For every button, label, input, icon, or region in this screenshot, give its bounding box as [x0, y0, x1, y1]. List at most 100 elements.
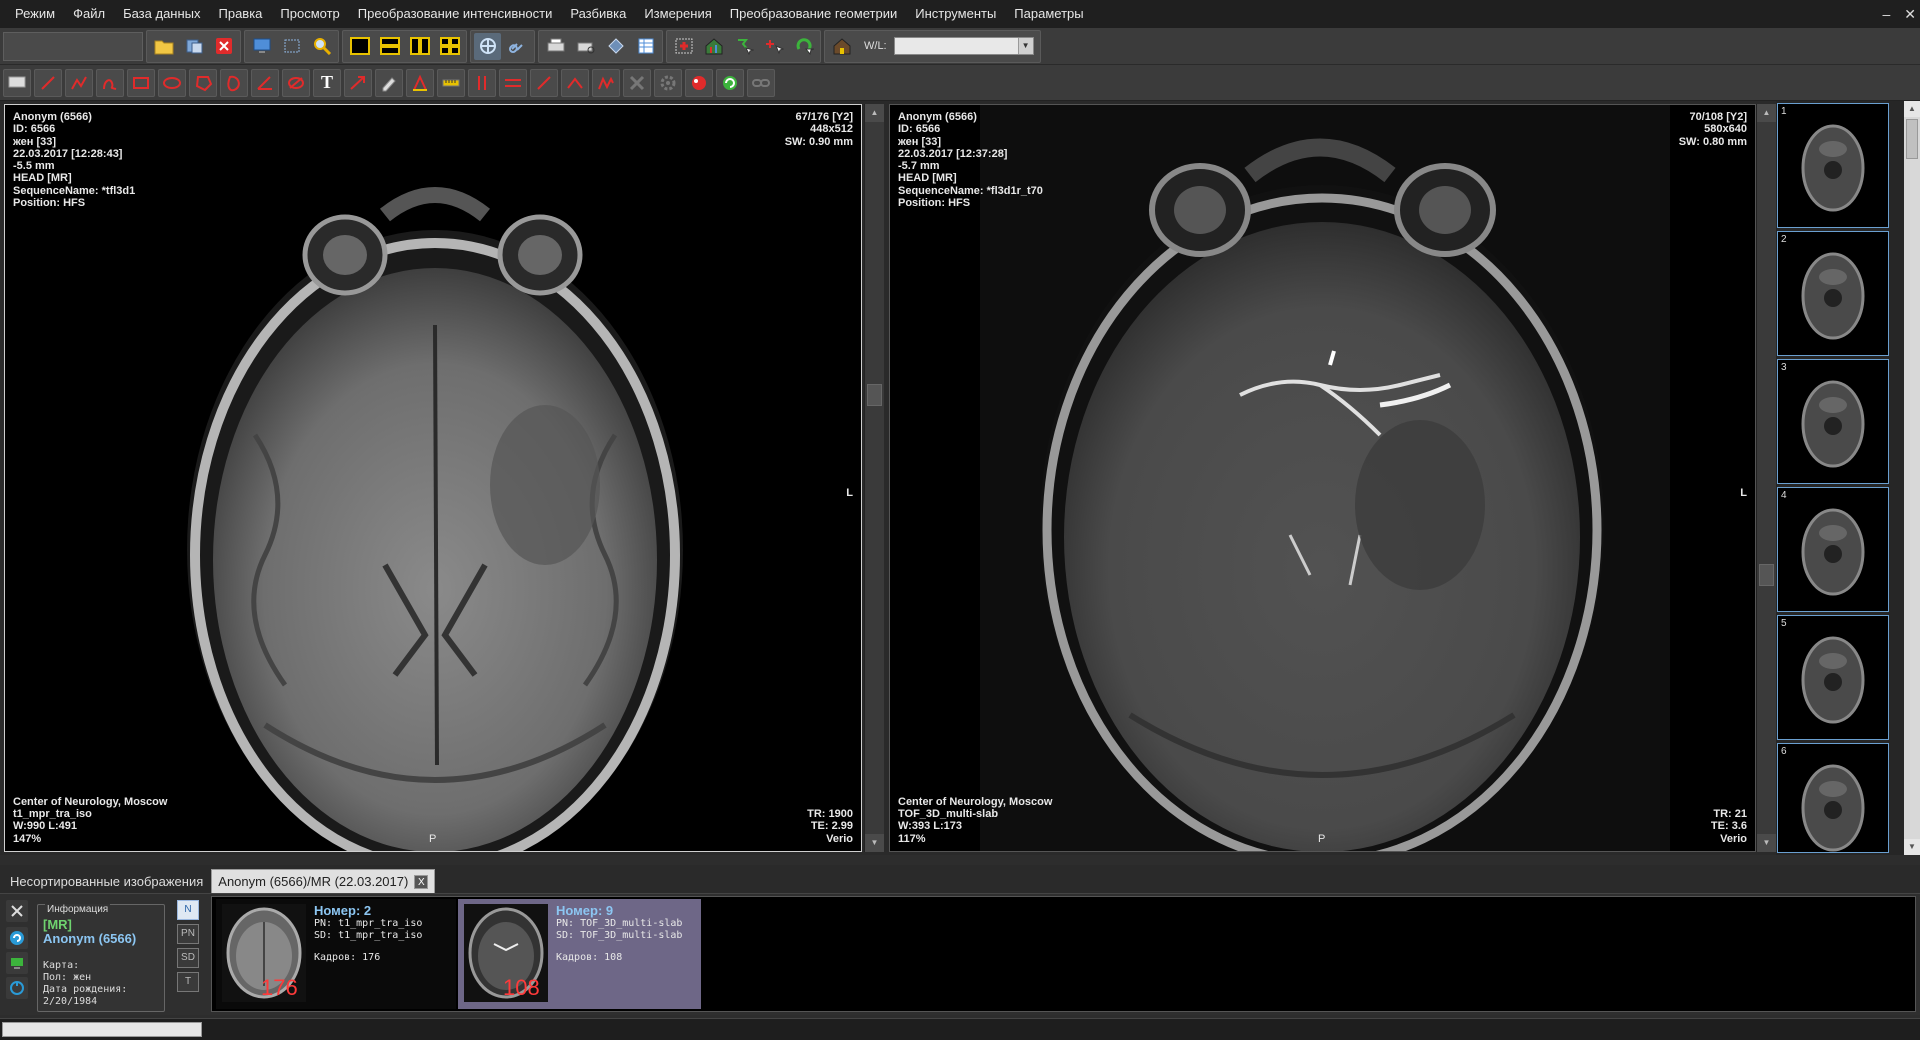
- scroll-thumb[interactable]: [1906, 119, 1918, 159]
- scroll-up-icon[interactable]: ▲: [865, 104, 884, 122]
- menu-file[interactable]: Файл: [64, 0, 114, 28]
- closed-curve-tool-button[interactable]: [220, 68, 248, 97]
- print-button[interactable]: [542, 33, 569, 60]
- cobb-angle-tool-button[interactable]: [561, 68, 589, 97]
- fit-button[interactable]: [278, 33, 305, 60]
- menu-mode[interactable]: Режим: [6, 0, 64, 28]
- table-button[interactable]: [632, 33, 659, 60]
- menu-tools[interactable]: Инструменты: [906, 0, 1005, 28]
- scroll-thumb[interactable]: [867, 384, 882, 406]
- layout-2x2-button[interactable]: [436, 33, 463, 60]
- thumbnail-5[interactable]: 5: [1777, 615, 1889, 740]
- horizontal-lines-tool-button[interactable]: [499, 68, 527, 97]
- scroll-down-icon[interactable]: ▼: [1904, 839, 1920, 855]
- unlink-button[interactable]: [747, 68, 775, 97]
- close-panel-button[interactable]: [6, 900, 28, 922]
- thumbnail-6[interactable]: 6: [1777, 743, 1889, 853]
- echo-time: TE: 3.6: [1710, 820, 1747, 833]
- rotate-button[interactable]: [790, 33, 817, 60]
- zoom-button[interactable]: [308, 33, 335, 60]
- filter-pn-button[interactable]: PN: [177, 924, 199, 944]
- menu-database[interactable]: База данных: [114, 0, 209, 28]
- menu-settings[interactable]: Параметры: [1005, 0, 1092, 28]
- viewport-t1[interactable]: Anonym (6566) ID: 6566 жен [33] 22.03.20…: [4, 104, 862, 852]
- menu-view[interactable]: Просмотр: [271, 0, 348, 28]
- menu-measurements[interactable]: Измерения: [635, 0, 720, 28]
- scroll-up-icon[interactable]: ▲: [1757, 104, 1776, 122]
- refresh-panel-button[interactable]: [6, 927, 28, 949]
- arrow-green-button[interactable]: [730, 33, 757, 60]
- scroll-thumb[interactable]: [1759, 564, 1774, 586]
- scroll-down-icon[interactable]: ▼: [865, 834, 884, 852]
- freehand-tool-button[interactable]: [96, 68, 124, 97]
- repetition-time: TR: 1900: [807, 808, 853, 821]
- series-card-2[interactable]: 176 Номер: 2 PN: t1_mpr_tra_iso SD: t1_m…: [216, 899, 456, 1009]
- diagonal-icon: [537, 75, 551, 90]
- overlay-bottom-right: TR: 1900 TE: 2.99 Verio: [807, 808, 853, 845]
- polyline-tool-button[interactable]: [65, 68, 93, 97]
- thumbnail-1[interactable]: 1: [1777, 103, 1889, 228]
- zigzag-tool-button[interactable]: [592, 68, 620, 97]
- eraser-tool-button[interactable]: [282, 68, 310, 97]
- text-tool-button[interactable]: T: [313, 68, 341, 97]
- angle-tool-button[interactable]: [251, 68, 279, 97]
- close-file-button[interactable]: [210, 33, 237, 60]
- ruler-tool-button[interactable]: [437, 68, 465, 97]
- tab-unsorted-images[interactable]: Несортированные изображения: [4, 869, 210, 893]
- scroll-down-icon[interactable]: ▼: [1757, 834, 1776, 852]
- status-bar: [0, 1018, 1920, 1040]
- house-chart-button[interactable]: [700, 33, 727, 60]
- viewport-tof-scrollbar[interactable]: ▲ ▼: [1756, 104, 1776, 852]
- open-folder-button[interactable]: [150, 33, 177, 60]
- filter-number-button[interactable]: N: [177, 900, 199, 920]
- study-tab-bar: Несортированные изображения Anonym (6566…: [0, 865, 1920, 893]
- thumbnail-4[interactable]: 4: [1777, 487, 1889, 612]
- ellipse-tool-button[interactable]: [158, 68, 186, 97]
- print-preview-button[interactable]: [572, 33, 599, 60]
- arrow-tool-button[interactable]: [344, 68, 372, 97]
- sync-button[interactable]: [6, 977, 28, 999]
- close-tab-button[interactable]: X: [414, 874, 429, 889]
- annotation-select-button[interactable]: [3, 68, 31, 97]
- minimize-button[interactable]: –: [1882, 6, 1890, 22]
- viewport-t1-scrollbar[interactable]: ▲ ▼: [864, 104, 884, 852]
- delete-annotation-button[interactable]: [623, 68, 651, 97]
- filter-t-button[interactable]: T: [177, 972, 199, 992]
- layout-1x1-button[interactable]: [346, 33, 373, 60]
- link-button[interactable]: [504, 33, 531, 60]
- wl-select[interactable]: ▼: [893, 37, 1034, 55]
- menu-geometry[interactable]: Преобразование геометрии: [721, 0, 906, 28]
- network-button[interactable]: [6, 952, 28, 974]
- pencil-tool-button[interactable]: [375, 68, 403, 97]
- roi-add-button[interactable]: [670, 33, 697, 60]
- tab-study[interactable]: Anonym (6566)/MR (22.03.2017) X: [211, 869, 436, 893]
- vertical-lines-tool-button[interactable]: [468, 68, 496, 97]
- refresh-button[interactable]: [716, 68, 744, 97]
- thumbnail-scrollbar[interactable]: ▲ ▼: [1904, 101, 1920, 855]
- diagonal-tool-button[interactable]: [530, 68, 558, 97]
- menu-intensity[interactable]: Преобразование интенсивности: [349, 0, 562, 28]
- export-button[interactable]: [180, 33, 207, 60]
- crosshair-button[interactable]: [474, 32, 501, 60]
- line-tool-button[interactable]: [34, 68, 62, 97]
- thumbnail-2[interactable]: 2: [1777, 231, 1889, 356]
- filter-sd-button[interactable]: SD: [177, 948, 199, 968]
- viewport-tof[interactable]: Anonym (6566) ID: 6566 жен [33] 22.03.20…: [889, 104, 1756, 852]
- series-card-9[interactable]: 108 Номер: 9 PN: TOF_3D_multi-slab SD: T…: [458, 899, 701, 1009]
- color-picker-button[interactable]: [685, 68, 713, 97]
- wl-preset-button[interactable]: [828, 33, 855, 60]
- label-tool-button[interactable]: [406, 68, 434, 97]
- polygon-tool-button[interactable]: [189, 68, 217, 97]
- layout-2x1-button[interactable]: [376, 33, 403, 60]
- monitor-button[interactable]: [248, 33, 275, 60]
- menu-edit[interactable]: Правка: [210, 0, 272, 28]
- scroll-up-icon[interactable]: ▲: [1904, 101, 1920, 117]
- diamond-button[interactable]: [602, 33, 629, 60]
- close-window-button[interactable]: ✕: [1904, 6, 1916, 23]
- rectangle-tool-button[interactable]: [127, 68, 155, 97]
- annotation-settings-button[interactable]: [654, 68, 682, 97]
- menu-layout[interactable]: Разбивка: [561, 0, 635, 28]
- thumbnail-3[interactable]: 3: [1777, 359, 1889, 484]
- arrow-red-button[interactable]: [760, 33, 787, 60]
- layout-1x2-button[interactable]: [406, 33, 433, 60]
